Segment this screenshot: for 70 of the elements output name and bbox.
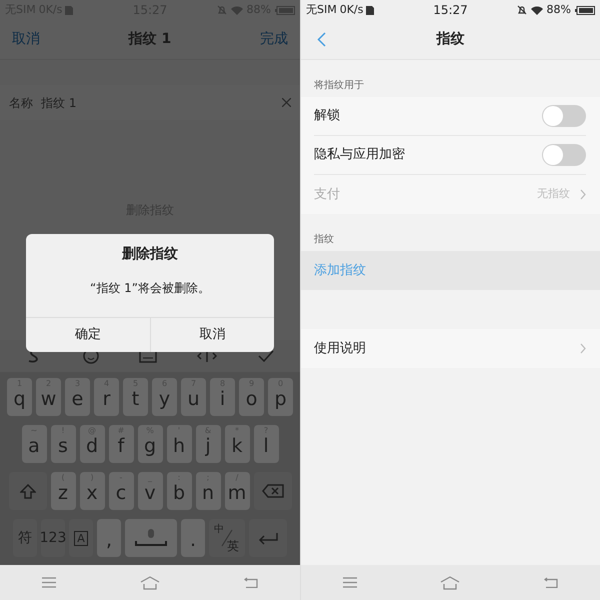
- setting-value: 无指纹: [537, 186, 570, 202]
- add-fingerprint-button[interactable]: 添加指纹: [301, 251, 600, 290]
- toggle-switch[interactable]: [542, 105, 586, 127]
- sim-card-icon: [65, 6, 74, 14]
- keyboard-key[interactable]: % g: [138, 425, 162, 463]
- check-icon[interactable]: [258, 350, 274, 362]
- section-header: 将指纹用于: [314, 78, 364, 93]
- keyboard-key[interactable]: ? l: [254, 425, 278, 463]
- chevron-right-icon: [580, 343, 586, 354]
- keyboard-key[interactable]: [249, 519, 287, 557]
- back-icon[interactable]: [544, 577, 558, 588]
- setting-label: 支付: [314, 186, 341, 204]
- keyboard-key[interactable]: [254, 472, 292, 510]
- keyboard-key[interactable]: [8, 472, 46, 510]
- keyboard-key[interactable]: A: [69, 519, 93, 557]
- keyboard-key[interactable]: : b: [166, 472, 192, 510]
- battery-icon: [575, 6, 595, 14]
- keyboard-key[interactable]: 符: [13, 519, 37, 557]
- clear-icon[interactable]: [282, 98, 291, 107]
- keyboard-key[interactable]: ~ a: [22, 425, 46, 463]
- setting-label: 隐私与应用加密: [314, 146, 406, 164]
- dialog-button[interactable]: 确定: [26, 318, 150, 352]
- section-header: 指纹: [314, 232, 334, 247]
- setting-label: 解锁: [314, 107, 341, 126]
- bell-off-icon: [516, 5, 527, 15]
- keyboard-key[interactable]: ! s: [50, 425, 76, 463]
- bell-off-icon: [216, 5, 227, 15]
- settings-row[interactable]: 使用说明: [301, 329, 600, 368]
- clock: 15:27: [433, 2, 468, 19]
- page-title: 指纹: [436, 30, 464, 49]
- wifi-icon: [530, 6, 543, 14]
- cursor-icon[interactable]: [197, 349, 218, 363]
- battery-icon: [275, 6, 295, 14]
- shift-icon: [20, 484, 36, 498]
- keyboard-key[interactable]: - c: [108, 472, 134, 510]
- battery-percent: 88%: [546, 2, 571, 18]
- keyboard-key[interactable]: _ v: [138, 472, 162, 510]
- cancel-button[interactable]: 取消: [12, 29, 40, 50]
- keyboard-key[interactable]: [125, 519, 177, 557]
- keyboard-key[interactable]: ,: [97, 519, 121, 557]
- keyboard-key[interactable]: .: [181, 519, 205, 557]
- keyboard-key[interactable]: ; n: [196, 472, 220, 510]
- page-title: 指纹 1: [128, 30, 172, 49]
- sim-card-icon: [366, 6, 374, 14]
- setting-label: 使用说明: [314, 340, 367, 358]
- back-icon[interactable]: [244, 577, 258, 588]
- network-speed: 0K/s: [340, 2, 364, 18]
- keyboard-key[interactable]: ' h: [166, 425, 192, 463]
- dialog-message: “指纹 1”将会被删除。: [89, 280, 211, 297]
- dialog-title: 删除指纹: [120, 245, 179, 264]
- menu-icon[interactable]: [342, 577, 357, 588]
- keyboard-key[interactable]: ( z: [50, 472, 76, 510]
- wifi-icon: [230, 6, 243, 14]
- keyboard-key[interactable]: ) x: [80, 472, 104, 510]
- keyboard-key[interactable]: # f: [108, 425, 134, 463]
- dialog-button[interactable]: 取消: [150, 318, 274, 352]
- done-button[interactable]: 完成: [260, 29, 288, 50]
- menu-icon[interactable]: [42, 577, 56, 588]
- keyboard-key[interactable]: * k: [224, 425, 250, 463]
- microphone-space-icon: [135, 528, 167, 548]
- toggle-switch[interactable]: [542, 144, 586, 166]
- backspace-icon: [262, 484, 284, 498]
- keyboard-key[interactable]: / m: [224, 472, 250, 510]
- keyboard-key[interactable]: & j: [196, 425, 220, 463]
- home-icon[interactable]: [140, 576, 160, 590]
- carrier-text: 无SIM: [306, 2, 337, 18]
- home-icon[interactable]: [440, 576, 460, 590]
- enter-icon: [258, 532, 278, 544]
- keyboard-key[interactable]: @ d: [80, 425, 104, 463]
- chevron-right-icon: [580, 189, 586, 200]
